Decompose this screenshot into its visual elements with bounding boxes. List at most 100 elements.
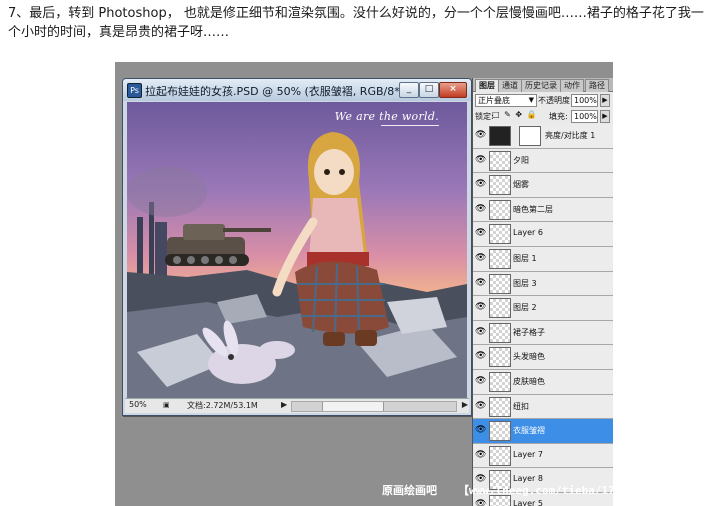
zoom-level[interactable]: 50% <box>129 400 147 409</box>
artwork-canvas[interactable]: We are the world. <box>127 102 467 398</box>
opacity-input[interactable]: 100% <box>571 94 598 107</box>
smokestack-1 <box>137 217 143 277</box>
layer-row[interactable]: 👁 纽扣 <box>473 394 613 420</box>
opacity-slider-arrow-icon[interactable]: ▶ <box>600 94 610 107</box>
fill-slider-arrow-icon[interactable]: ▶ <box>600 110 610 123</box>
eye-visibility-icon[interactable]: 👁 <box>475 253 486 263</box>
layer-name: Layer 5 <box>513 498 543 506</box>
canvas-caption: We are the world. <box>334 110 439 123</box>
eye-visibility-icon[interactable]: 👁 <box>475 228 486 238</box>
tab-channels[interactable]: 通道 <box>498 79 522 92</box>
layer-thumbnail <box>489 396 511 417</box>
layer-thumbnail <box>489 150 511 171</box>
tab-history[interactable]: 历史记录 <box>521 79 561 92</box>
layer-row[interactable]: 👁 夕阳 <box>473 148 613 174</box>
layer-row[interactable]: 👁 图层 1 <box>473 246 613 272</box>
eye-visibility-icon[interactable]: 👁 <box>475 450 486 460</box>
layer-row[interactable]: 👁 图层 3 <box>473 271 613 297</box>
close-button[interactable]: × <box>439 82 467 98</box>
layer-thumbnail <box>489 175 511 196</box>
smoke-cloud <box>127 167 207 217</box>
eye-visibility-icon[interactable]: 👁 <box>475 401 486 411</box>
layer-thumbnail <box>489 126 511 146</box>
document-icon: ▣ <box>163 401 170 409</box>
document-status-bar: 50% ▣ 文档:2.72M/53.1M ▶ ▶ <box>125 398 469 413</box>
layer-thumbnail <box>489 421 511 442</box>
document-window: Ps 拉起布娃娃的女孩.PSD @ 50% (衣服皱褶, RGB/8*) _ □… <box>122 78 472 416</box>
eye-visibility-icon[interactable]: 👁 <box>475 130 486 140</box>
fill-label: 填充: <box>549 112 568 121</box>
layer-name: 夕阳 <box>513 155 529 165</box>
horizontal-scrollbar[interactable] <box>291 401 457 412</box>
layer-row[interactable]: 👁 烟雾 <box>473 173 613 198</box>
layer-thumbnail <box>489 322 511 343</box>
tab-actions[interactable]: 动作 <box>560 79 584 92</box>
layer-row[interactable]: 👁 裙子格子 <box>473 320 613 346</box>
document-title-bar[interactable]: Ps 拉起布娃娃的女孩.PSD @ 50% (衣服皱褶, RGB/8*) _ □… <box>123 79 471 101</box>
layer-row[interactable]: 👁 衣服皱褶 <box>473 419 613 444</box>
watermark-site-name: 原画绘画吧 <box>382 484 437 497</box>
layer-name: 衣服皱褶 <box>513 426 545 436</box>
layer-name: Layer 6 <box>513 228 543 238</box>
tab-layers[interactable]: 图层 <box>475 79 499 92</box>
layer-row[interactable]: 👁 图层 2 <box>473 296 613 321</box>
layer-thumbnail <box>489 199 511 220</box>
tab-paths[interactable]: 路径 <box>585 79 609 92</box>
layer-name: 头发暗色 <box>513 352 545 362</box>
minimize-button[interactable]: _ <box>399 82 419 98</box>
layer-thumbnail <box>489 248 511 269</box>
caption-underline <box>381 125 439 126</box>
eye-visibility-icon[interactable]: 👁 <box>475 425 486 435</box>
eye-visibility-icon[interactable]: 👁 <box>475 204 486 214</box>
eye-visibility-icon[interactable]: 👁 <box>475 179 486 189</box>
layer-row[interactable]: 👁 Layer 7 <box>473 443 613 469</box>
artwork-illustration <box>127 132 467 398</box>
panel-tabs: 图层 通道 历史记录 动作 路径 <box>473 78 613 92</box>
eye-visibility-icon[interactable]: 👁 <box>475 351 486 361</box>
layer-row[interactable]: 👁 亮度/对比度 1 <box>473 124 613 149</box>
scrollbar-thumb[interactable] <box>322 402 384 411</box>
layer-thumbnail <box>489 347 511 368</box>
watermark-url: 【www.lneeg.com/tieba/1797】 <box>458 484 613 497</box>
layer-list: 👁 亮度/对比度 1 👁 夕阳 👁 烟雾 👁 暗色第二层 👁 Layer 6 👁 图层 1 👁 图层 3 👁… <box>473 124 613 506</box>
maximize-button[interactable]: □ <box>419 82 439 98</box>
photoshop-screenshot: Ps 拉起布娃娃的女孩.PSD @ 50% (衣服皱褶, RGB/8*) _ □… <box>115 62 613 506</box>
eye-visibility-icon[interactable]: 👁 <box>475 302 486 312</box>
eye-visibility-icon[interactable]: 👁 <box>475 155 486 165</box>
ruin-building <box>155 222 167 277</box>
opacity-label: 不透明度: <box>538 96 573 105</box>
blend-mode-value: 正片叠底 <box>478 96 510 105</box>
layer-name: Layer 7 <box>513 449 543 459</box>
tutorial-paragraph: 7、最后，转到 Photoshop， 也就是修正细节和渲染氛围。没什么好说的，分… <box>8 6 704 40</box>
layer-thumbnail <box>489 445 511 466</box>
blend-opacity-row: 正片叠底 ▼ 不透明度: 100% ▶ <box>475 94 612 107</box>
layer-name: 图层 3 <box>513 278 537 288</box>
tank-illustration <box>165 224 271 266</box>
layer-thumbnail <box>489 298 511 319</box>
layer-name: 图层 1 <box>513 253 537 263</box>
layer-row[interactable]: 👁 Layer 6 <box>473 222 613 247</box>
scroll-right-arrow-icon[interactable]: ▶ <box>462 400 468 409</box>
lock-icons[interactable]: □ ✎ ✥ 🔒 <box>492 110 538 119</box>
eye-visibility-icon[interactable]: 👁 <box>475 278 486 288</box>
layer-thumbnail <box>489 273 511 294</box>
layer-name: 纽扣 <box>513 401 529 411</box>
layer-mask-thumbnail[interactable] <box>519 126 541 146</box>
layer-row[interactable]: 👁 皮肤暗色 <box>473 369 613 395</box>
layer-row[interactable]: 👁 头发暗色 <box>473 345 613 370</box>
eye-visibility-icon[interactable]: 👁 <box>475 376 486 386</box>
fill-input[interactable]: 100% <box>571 110 598 123</box>
layer-thumbnail <box>489 371 511 392</box>
lock-fill-row: 锁定: □ ✎ ✥ 🔒 填充: 100% ▶ <box>475 110 612 123</box>
layer-name: 亮度/对比度 1 <box>545 131 596 140</box>
layer-row[interactable]: 👁 暗色第二层 <box>473 197 613 223</box>
eye-visibility-icon[interactable]: 👁 <box>475 327 486 337</box>
layers-panel: 图层 通道 历史记录 动作 路径 正片叠底 ▼ 不透明度: 100% ▶ 锁定:… <box>472 78 613 506</box>
eye-visibility-icon[interactable]: 👁 <box>475 499 486 506</box>
layer-name: 皮肤暗色 <box>513 376 545 386</box>
layer-name: 图层 2 <box>513 303 537 313</box>
layer-name: 烟雾 <box>513 180 529 190</box>
layer-name: 暗色第二层 <box>513 204 553 214</box>
status-menu-arrow-icon[interactable]: ▶ <box>281 400 287 409</box>
blend-mode-select[interactable]: 正片叠底 ▼ <box>475 94 537 107</box>
